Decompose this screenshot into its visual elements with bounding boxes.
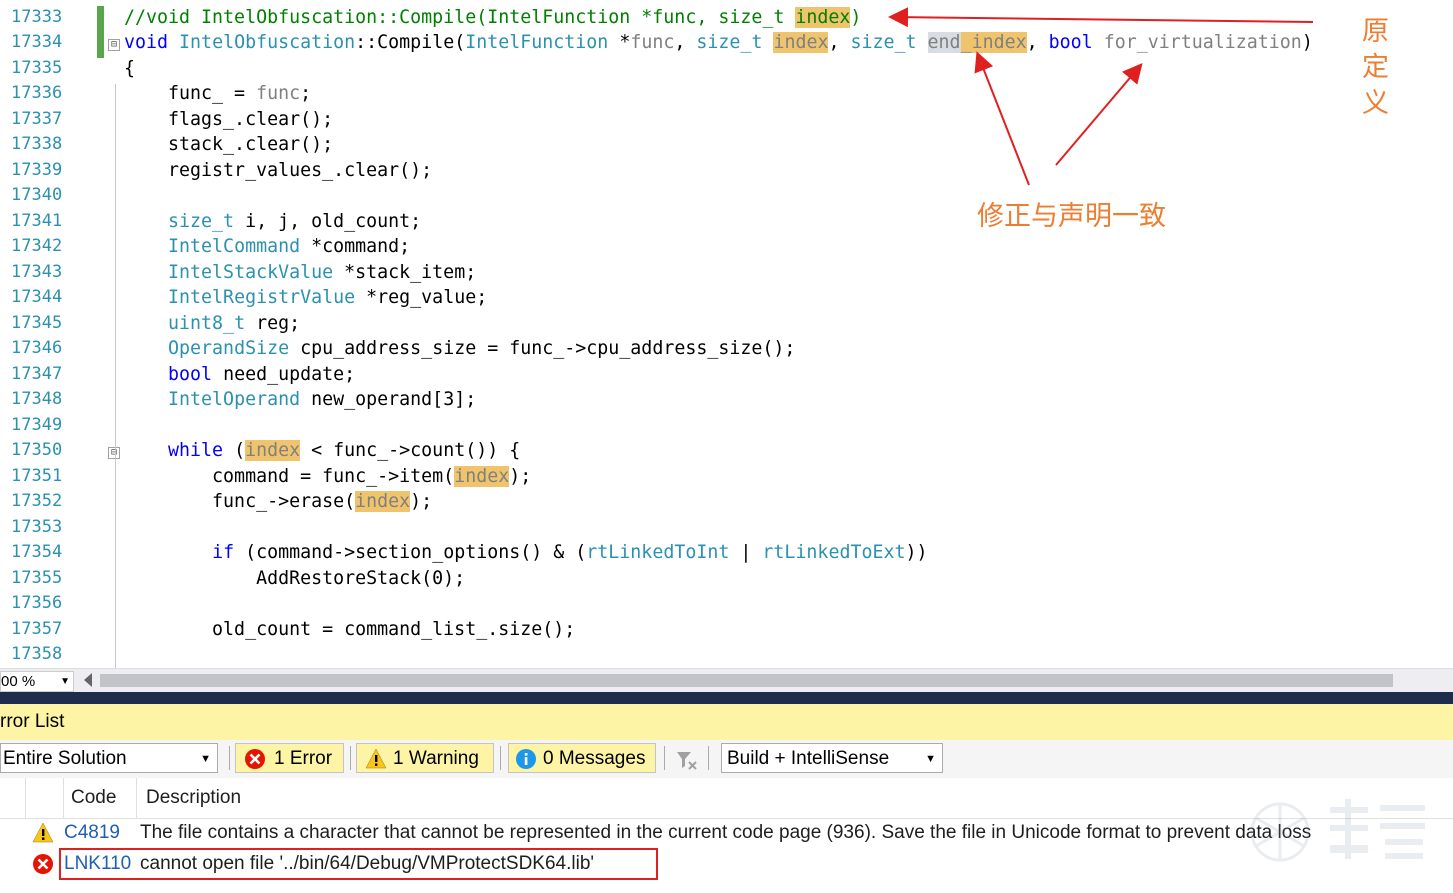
toolbar-separator [500,746,501,770]
error-list-header: Code Description [0,778,1453,819]
scroll-left-arrow-icon[interactable] [84,673,92,687]
annotation-highlight-box [59,848,658,880]
toolbar-separator [708,746,709,770]
build-filter-dropdown[interactable]: Build + IntelliSense ▼ [721,743,943,773]
warning-icon [365,748,387,769]
scrollbar-thumb[interactable] [100,674,1393,687]
error-row-warning[interactable]: C4819 The file contains a character that… [0,818,1453,848]
clear-filter-icon[interactable] [674,748,698,772]
zoom-dropdown[interactable]: 00 % ▼ [0,671,74,692]
scope-dropdown[interactable]: Entire Solution ▼ [0,743,218,773]
arrow-for-virtualization [1055,62,1143,166]
error-list-toolbar: Entire Solution ▼ 1 Error 1 Warning 0 Mes… [0,740,1453,778]
warning-description: The file contains a character that canno… [140,822,1312,843]
warnings-filter-button[interactable]: 1 Warning [356,743,494,773]
panel-splitter[interactable] [0,692,1453,704]
watermark-logo [1250,799,1425,862]
toolbar-separator [229,746,230,770]
arrow-original-definition [888,7,1314,28]
editor-horizontal-scrollbar[interactable]: 00 % ▼ [0,668,1453,693]
error-icon [33,854,53,874]
column-description[interactable]: Description [146,778,241,818]
arrow-end-index [974,51,1030,186]
annotation-arrows [888,7,1314,186]
errors-filter-button[interactable]: 1 Error [235,743,344,773]
warning-code-link[interactable]: C4819 [64,818,120,848]
code-editor[interactable]: 17333 17334 17335 17336 17337 17338 17339 17340… [0,0,1453,668]
messages-filter-button[interactable]: 0 Messages [508,743,656,773]
column-code[interactable]: Code [71,778,116,818]
warning-icon [32,822,54,843]
error-icon [245,749,265,769]
error-list-title: rror List [0,704,1453,740]
toolbar-separator [664,746,665,770]
toolbar-separator [350,746,351,770]
info-icon [516,749,536,769]
